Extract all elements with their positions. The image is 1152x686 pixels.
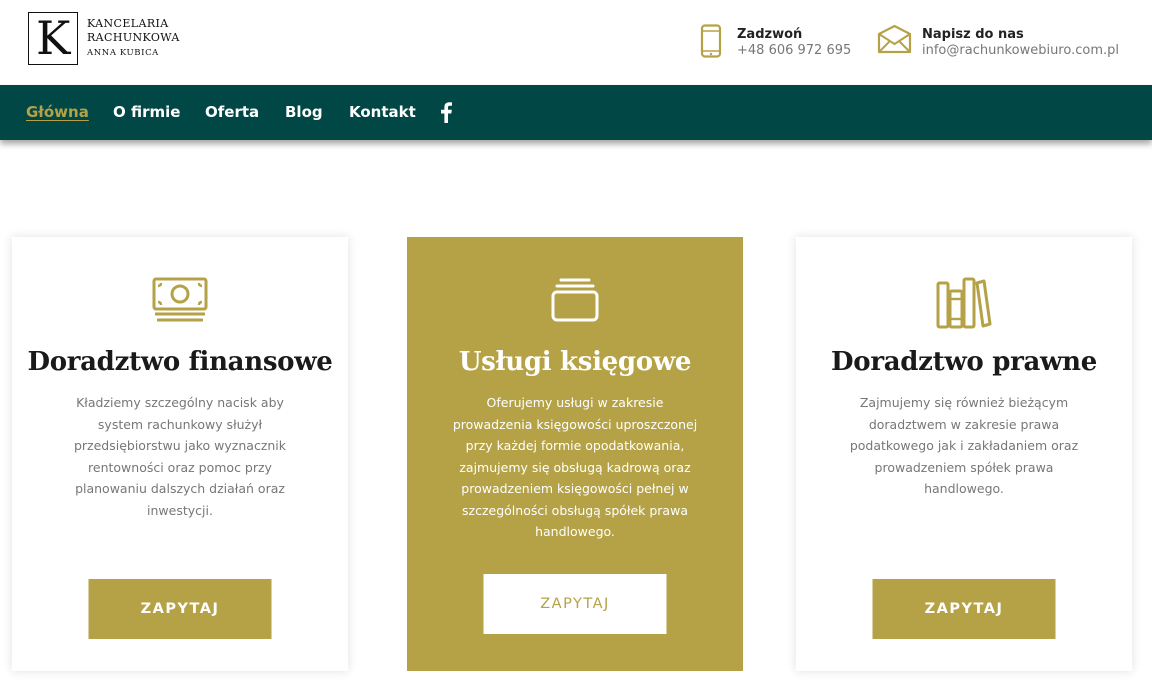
logo-line-1: KANCELARIA	[87, 17, 169, 30]
service-card-accounting: Usługi księgowe Oferujemy usługi w zakre…	[407, 237, 743, 671]
nav-item-contact[interactable]: Kontakt	[349, 103, 416, 121]
contact-mail[interactable]: Napisz do nas info@rachunkowebiuro.com.p…	[876, 22, 1126, 62]
ask-button[interactable]: ZAPYTAJ	[88, 579, 272, 639]
nav-item-blog[interactable]: Blog	[285, 103, 323, 121]
card-description: Zajmujemy się również bieżącym doradztwe…	[849, 395, 1079, 496]
facebook-icon[interactable]	[439, 101, 453, 123]
books-icon	[936, 277, 992, 333]
site-logo[interactable]: K KANCELARIA RACHUNKOWA ANNA KUBICA	[28, 11, 188, 68]
nav-item-offer[interactable]: Oferta	[205, 103, 259, 121]
card-description: Kładziemy szczególny nacisk aby system r…	[73, 395, 287, 518]
phone-label: Zadzwoń	[737, 27, 803, 42]
card-description: Oferujemy usługi w zakresie prowadzenia …	[452, 395, 698, 539]
mail-label: Napisz do nas	[922, 27, 1024, 42]
ask-button[interactable]: ZAPYTAJ	[483, 574, 667, 634]
envelope-icon	[876, 24, 913, 58]
phone-icon	[700, 24, 722, 62]
ask-button[interactable]: ZAPYTAJ	[872, 579, 1056, 639]
logo-line-2: RACHUNKOWA	[87, 31, 180, 44]
card-title: Usługi księgowe	[458, 347, 692, 377]
logo-letter: K	[36, 11, 71, 65]
site-header: K KANCELARIA RACHUNKOWA ANNA KUBICA Zadz…	[0, 0, 1152, 85]
nav-item-home[interactable]: Główna	[26, 103, 89, 121]
nav-item-about[interactable]: O firmie	[113, 103, 180, 121]
banknote-icon	[152, 277, 208, 327]
card-title: Doradztwo finansowe	[27, 347, 333, 377]
phone-number[interactable]: +48 606 972 695	[737, 43, 851, 58]
contact-phone[interactable]: Zadzwoń +48 606 972 695	[700, 22, 851, 62]
service-card-finance: Doradztwo finansowe Kładziemy szczególny…	[12, 237, 348, 671]
logo-line-3: ANNA KUBICA	[87, 48, 159, 58]
mail-address[interactable]: info@rachunkowebiuro.com.pl	[922, 43, 1119, 58]
stacked-folders-icon	[550, 277, 600, 327]
card-title: Doradztwo prawne	[831, 347, 1097, 377]
main-nav: Główna O firmie Oferta Blog Kontakt	[0, 85, 1152, 140]
service-card-legal: Doradztwo prawne Zajmujemy się również b…	[796, 237, 1132, 671]
